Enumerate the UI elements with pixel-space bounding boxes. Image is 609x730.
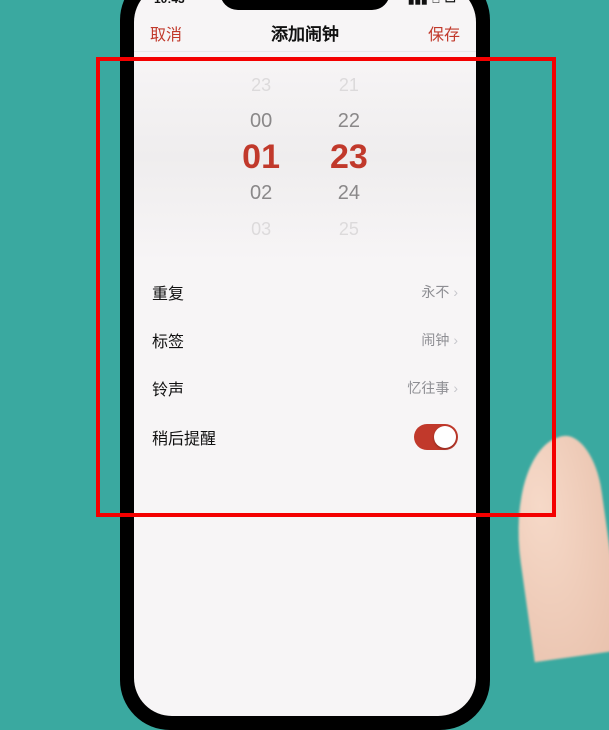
save-button[interactable]: 保存 bbox=[428, 21, 460, 45]
minute-wheel[interactable]: 21 22 23 24 25 bbox=[330, 52, 368, 262]
tag-row[interactable]: 标签 闹钟 › bbox=[134, 316, 476, 364]
sound-row[interactable]: 铃声 忆往事 › bbox=[134, 364, 476, 412]
chevron-right-icon: › bbox=[453, 332, 458, 348]
battery-icon: ▭ bbox=[445, 0, 456, 6]
repeat-label: 重复 bbox=[152, 280, 184, 304]
phone-screen: 10:43 ▮▮▮ 􀙇 ▭ 取消 添加闹钟 保存 23 00 01 02 03 … bbox=[134, 0, 476, 716]
sound-label: 铃声 bbox=[152, 376, 184, 400]
status-time: 10:43 bbox=[154, 0, 185, 6]
hour-option[interactable]: 00 bbox=[250, 106, 272, 136]
time-picker[interactable]: 23 00 01 02 03 21 22 23 24 25 bbox=[134, 52, 476, 262]
chevron-right-icon: › bbox=[453, 380, 458, 396]
snooze-label: 稍后提醒 bbox=[152, 425, 216, 449]
tag-value: 闹钟 bbox=[421, 330, 449, 350]
cancel-button[interactable]: 取消 bbox=[150, 21, 182, 45]
snooze-toggle[interactable] bbox=[414, 424, 458, 450]
sound-value: 忆往事 bbox=[407, 378, 449, 398]
minute-option[interactable]: 24 bbox=[338, 178, 360, 208]
hour-option[interactable]: 03 bbox=[251, 214, 271, 244]
hand-holding-phone bbox=[504, 432, 609, 662]
hour-wheel[interactable]: 23 00 01 02 03 bbox=[242, 52, 280, 262]
minute-option[interactable]: 21 bbox=[339, 70, 359, 100]
minute-option[interactable]: 22 bbox=[338, 106, 360, 136]
status-icons: ▮▮▮ 􀙇 ▭ bbox=[408, 0, 456, 6]
notch bbox=[220, 0, 390, 10]
minute-option[interactable]: 25 bbox=[339, 214, 359, 244]
nav-bar: 取消 添加闹钟 保存 bbox=[134, 14, 476, 52]
hour-option[interactable]: 23 bbox=[251, 70, 271, 100]
page-title: 添加闹钟 bbox=[271, 20, 339, 45]
wifi-icon: 􀙇 bbox=[432, 0, 441, 6]
signal-icon: ▮▮▮ bbox=[408, 0, 428, 6]
hour-selected[interactable]: 01 bbox=[242, 142, 280, 172]
phone-frame: 10:43 ▮▮▮ 􀙇 ▭ 取消 添加闹钟 保存 23 00 01 02 03 … bbox=[120, 0, 490, 730]
hour-option[interactable]: 02 bbox=[250, 178, 272, 208]
minute-selected[interactable]: 23 bbox=[330, 142, 368, 172]
repeat-value: 永不 bbox=[421, 282, 449, 302]
snooze-row: 稍后提醒 bbox=[134, 412, 476, 462]
tag-label: 标签 bbox=[152, 328, 184, 352]
settings-list: 重复 永不 › 标签 闹钟 › 铃声 忆往事 › bbox=[134, 262, 476, 468]
repeat-row[interactable]: 重复 永不 › bbox=[134, 268, 476, 316]
chevron-right-icon: › bbox=[453, 284, 458, 300]
